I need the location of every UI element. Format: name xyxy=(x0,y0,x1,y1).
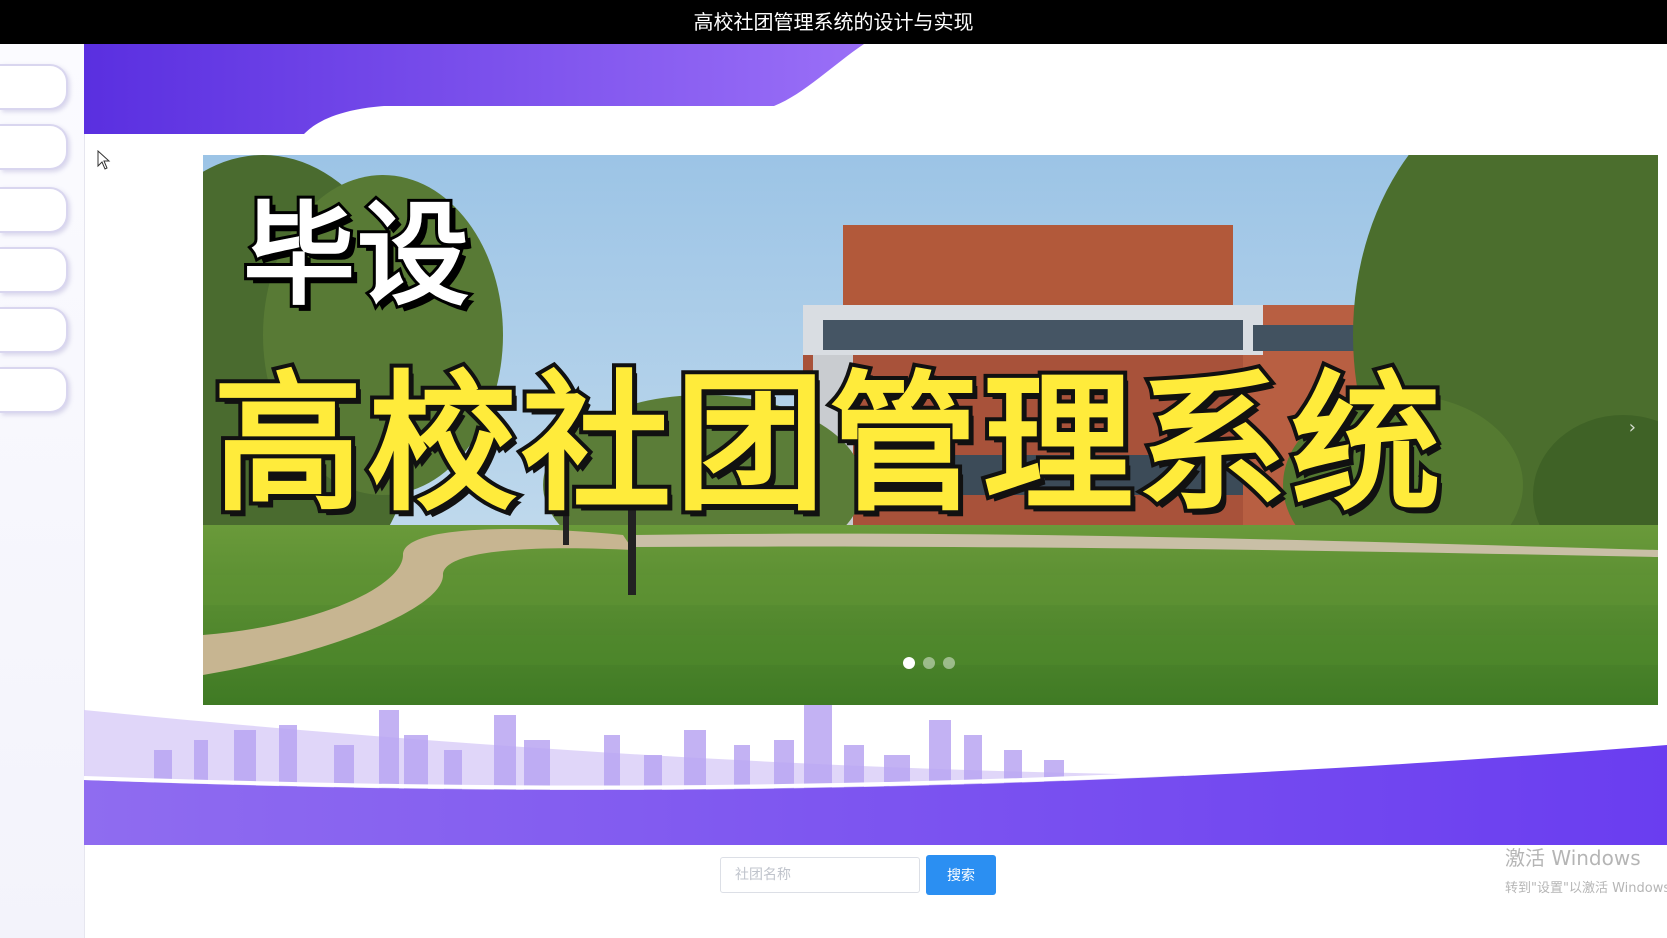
club-name-search-input[interactable] xyxy=(720,857,920,893)
banner-overlay-subtitle: 毕设 xyxy=(240,188,472,324)
carousel-dot-1[interactable] xyxy=(903,657,915,669)
watermark-line-2: 转到"设置"以激活 Windows。 xyxy=(1505,881,1667,896)
sidebar-item-5[interactable] xyxy=(0,307,68,353)
sidebar xyxy=(0,44,85,938)
window-title: 高校社团管理系统的设计与实现 xyxy=(693,10,974,34)
sidebar-item-2[interactable] xyxy=(0,124,68,170)
banner-overlay-title: 高校社团管理系统 xyxy=(209,354,1446,536)
search-bar: 搜索 xyxy=(720,855,996,895)
carousel-dot-3[interactable] xyxy=(943,657,955,669)
sidebar-item-4[interactable] xyxy=(0,247,68,293)
sidebar-item-6[interactable] xyxy=(0,367,68,413)
carousel-dot-2[interactable] xyxy=(923,657,935,669)
carousel-next-icon[interactable]: › xyxy=(1629,417,1636,438)
sidebar-item-3[interactable] xyxy=(0,187,68,233)
carousel-indicators xyxy=(903,657,955,669)
banner-carousel[interactable]: 毕设 高校社团管理系统 › xyxy=(203,155,1658,705)
top-wave-decoration xyxy=(84,44,864,134)
window-titlebar: 高校社团管理系统的设计与实现 xyxy=(0,0,1667,44)
city-skyline-decoration xyxy=(84,705,1667,845)
windows-activation-watermark: 激活 Windows 转到"设置"以激活 Windows。 xyxy=(1505,842,1667,896)
mouse-cursor-icon xyxy=(97,150,111,170)
sidebar-item-1[interactable] xyxy=(0,64,68,110)
watermark-line-1: 激活 Windows xyxy=(1505,846,1641,870)
search-button[interactable]: 搜索 xyxy=(926,855,996,895)
